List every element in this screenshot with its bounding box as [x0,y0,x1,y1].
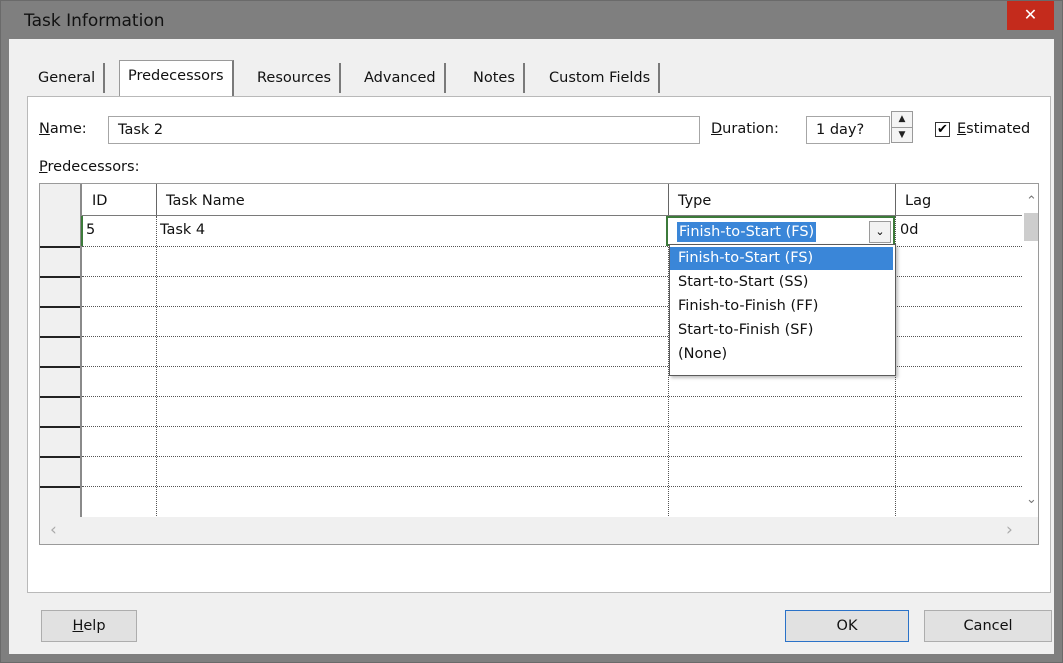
type-combobox-value: Finish-to-Start (FS) [677,222,817,242]
duration-label: Duration: [711,121,779,137]
dropdown-option-ff[interactable]: Finish-to-Finish (FF) [670,295,893,318]
task-information-dialog: Task Information ✕ General Predecessors … [0,0,1063,663]
dropdown-option-none[interactable]: (None) [670,343,893,366]
spin-up-icon[interactable]: ▲ [892,112,912,128]
scroll-up-icon[interactable]: ⌃ [1026,194,1037,209]
cancel-button[interactable]: Cancel [924,610,1052,642]
ok-button[interactable]: OK [785,610,909,642]
row-1-lag[interactable]: 0d [900,217,918,243]
tab-general[interactable]: General [30,63,106,93]
tab-predecessors[interactable]: Predecessors [119,60,234,96]
scroll-right-icon[interactable]: › [1006,520,1013,540]
row-1-id[interactable]: 5 [86,217,95,243]
dialog-title: Task Information [24,11,165,31]
tab-custom-fields[interactable]: Custom Fields [541,63,661,93]
column-header-type[interactable]: Type [668,184,895,214]
tab-resources[interactable]: Resources [249,63,342,93]
title-bar: Task Information ✕ [1,1,1062,39]
dropdown-option-fs[interactable]: Finish-to-Start (FS) [670,247,893,270]
chevron-down-icon[interactable]: ⌄ [869,221,891,243]
row-header-column [40,184,82,544]
dropdown-option-ss[interactable]: Start-to-Start (SS) [670,271,893,294]
tab-advanced[interactable]: Advanced [356,63,446,93]
estimated-checkbox[interactable]: ✔ [935,122,950,137]
scroll-down-icon[interactable]: ⌄ [1026,492,1037,507]
grid-vertical-scrollbar[interactable]: ⌃ ⌄ [1024,184,1038,516]
close-button[interactable]: ✕ [1007,1,1054,30]
column-header-task-name[interactable]: Task Name [156,184,668,214]
type-dropdown-list[interactable]: Finish-to-Start (FS) Start-to-Start (SS)… [669,244,896,376]
grid-horizontal-scrollbar[interactable]: ‹ › [40,517,1038,544]
row-1-task-name[interactable]: Task 4 [160,217,205,243]
row-1-type-combobox[interactable]: Finish-to-Start (FS) ⌄ [666,216,895,246]
duration-field[interactable]: 1 day? [806,116,890,144]
tab-notes[interactable]: Notes [465,63,525,93]
column-header-id[interactable]: ID [82,184,156,214]
scroll-left-icon[interactable]: ‹ [50,520,57,540]
name-label: Name: [39,121,87,137]
estimated-label[interactable]: Estimated [957,121,1030,137]
scrollbar-thumb[interactable] [1024,213,1038,241]
help-button[interactable]: Help [41,610,137,642]
dropdown-option-sf[interactable]: Start-to-Finish (SF) [670,319,893,342]
spin-down-icon[interactable]: ▼ [892,128,912,143]
name-field[interactable]: Task 2 [108,116,700,144]
duration-spinner[interactable]: ▲ ▼ [891,111,913,143]
predecessors-label: Predecessors: [39,159,140,175]
column-header-lag[interactable]: Lag [895,184,1015,214]
